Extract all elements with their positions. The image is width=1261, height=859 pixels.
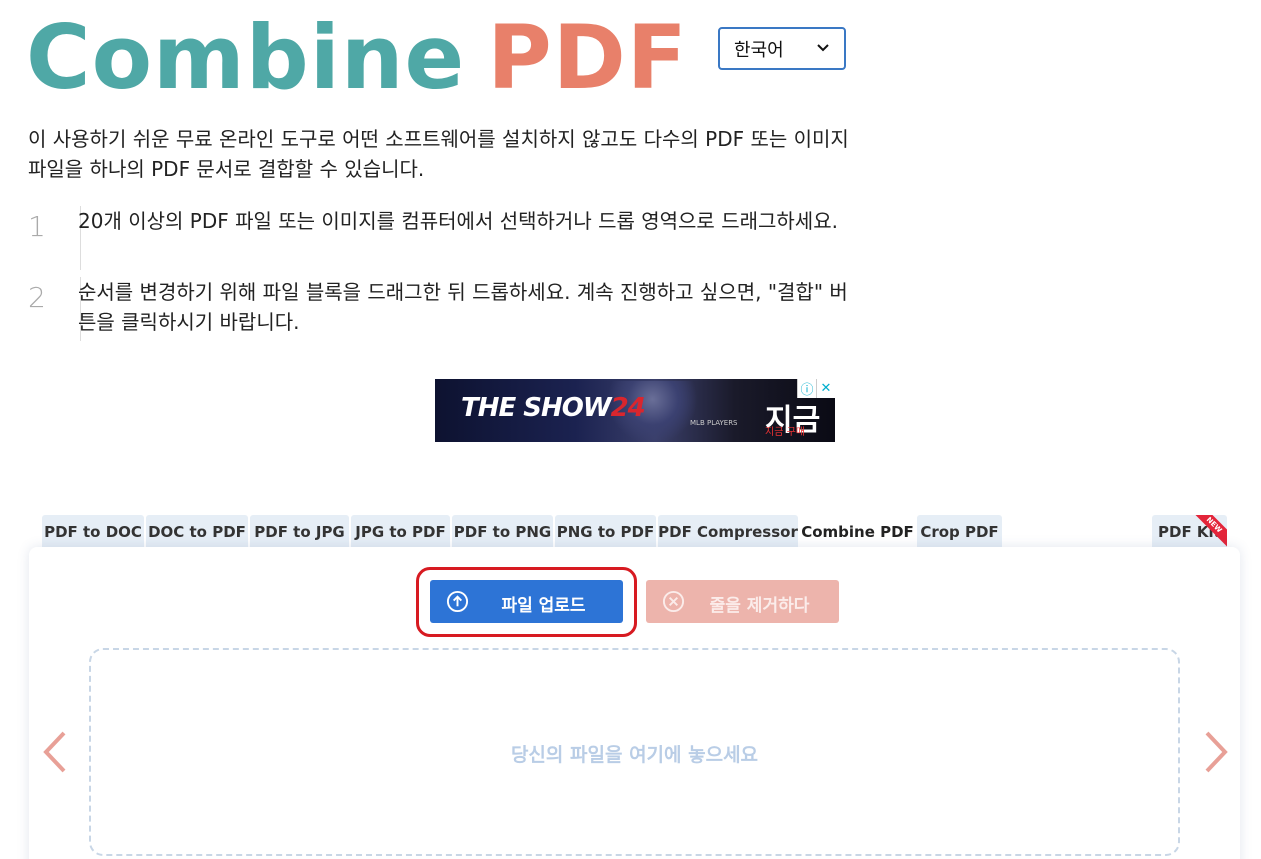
step-number: 1 xyxy=(28,210,46,243)
ad-title: THE SHOW24 xyxy=(461,393,646,423)
tab-crop-pdf[interactable]: Crop PDF xyxy=(917,515,1002,548)
ad-info-icon[interactable]: ⓘ xyxy=(797,379,816,398)
language-select-value: 한국어 xyxy=(734,39,784,61)
ad-subtext: 지금 구매 xyxy=(765,427,805,438)
logo: Combine PDF xyxy=(26,14,688,102)
remove-rows-button[interactable]: 줄을 제거하다 xyxy=(646,580,839,623)
tab-pdf-kit[interactable]: PDF Kit NEW xyxy=(1152,515,1227,548)
upload-file-button[interactable]: 파일 업로드 xyxy=(430,580,623,623)
ad-close-icon[interactable]: ✕ xyxy=(816,379,835,398)
step-text: 20개 이상의 PDF 파일 또는 이미지를 컴퓨터에서 선택하거나 드롭 영역… xyxy=(78,209,838,233)
step-text: 순서를 변경하기 위해 파일 블록을 드래그한 뒤 드롭하세요. 계속 진행하고… xyxy=(78,280,848,334)
intro-text: 이 사용하기 쉬운 무료 온라인 도구로 어떤 소프트웨어를 설치하지 않고도 … xyxy=(28,127,849,181)
chevron-down-icon xyxy=(817,44,829,52)
ad-brand: MLB PLAYERS xyxy=(690,419,738,427)
chevron-right-icon[interactable] xyxy=(1203,730,1229,774)
ad-title-number: 24 xyxy=(610,393,646,423)
tab-png-to-pdf[interactable]: PNG to PDF xyxy=(555,515,656,548)
step-2: 2 순서를 변경하기 위해 파일 블록을 드래그한 뒤 드롭하세요. 계속 진행… xyxy=(28,277,848,341)
step-1: 1 20개 이상의 PDF 파일 또는 이미지를 컴퓨터에서 선택하거나 드롭 … xyxy=(28,206,848,270)
ad-controls: ⓘ ✕ xyxy=(797,379,835,398)
language-select[interactable]: 한국어 xyxy=(718,27,846,70)
step-number: 2 xyxy=(28,281,46,314)
page: Combine PDF 한국어 이 사용하기 쉬운 무료 온라인 도구로 어떤 소… xyxy=(0,0,1261,859)
tab-pdf-to-doc[interactable]: PDF to DOC xyxy=(42,515,144,548)
ad-title-text: THE SHOW xyxy=(461,393,612,423)
chevron-left-icon[interactable] xyxy=(42,730,68,774)
tab-jpg-to-pdf[interactable]: JPG to PDF xyxy=(351,515,450,548)
tab-pdf-to-png[interactable]: PDF to PNG xyxy=(452,515,553,548)
upload-button-label: 파일 업로드 xyxy=(501,596,586,616)
logo-combine: Combine xyxy=(26,6,466,109)
tab-combine-pdf[interactable]: Combine PDF xyxy=(800,515,915,548)
remove-button-label: 줄을 제거하다 xyxy=(709,596,810,616)
tab-pdf-compressor[interactable]: PDF Compressor xyxy=(658,515,798,548)
close-circle-icon xyxy=(662,590,685,613)
tab-pdf-to-jpg[interactable]: PDF to JPG xyxy=(250,515,349,548)
drop-zone-text: 당신의 파일을 여기에 놓으세요 xyxy=(510,744,759,766)
upload-arrow-icon xyxy=(446,590,469,613)
tab-doc-to-pdf[interactable]: DOC to PDF xyxy=(146,515,248,548)
advertisement-banner[interactable]: THE SHOW24 MLB PLAYERS 지금 지금 구매 ⓘ ✕ xyxy=(435,379,835,442)
logo-pdf: PDF xyxy=(487,6,688,109)
